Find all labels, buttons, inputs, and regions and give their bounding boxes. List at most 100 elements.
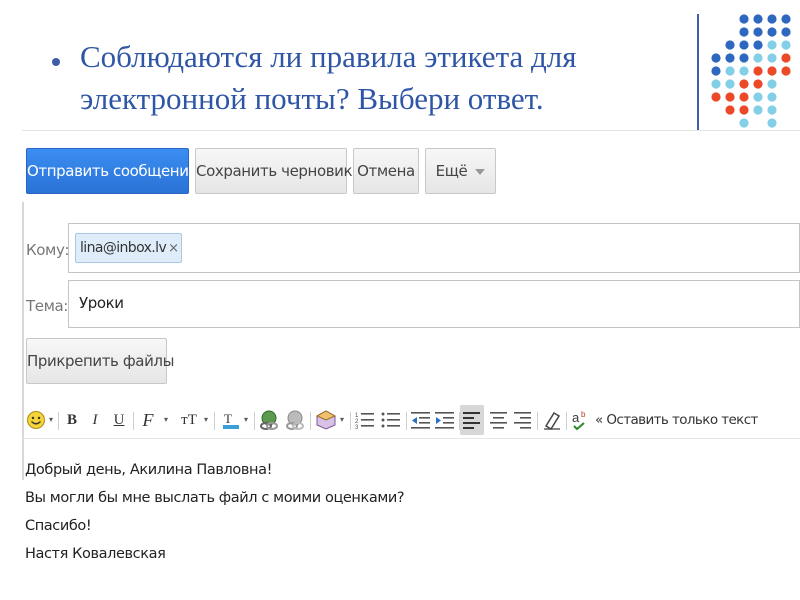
- svg-text:T: T: [224, 411, 232, 426]
- video-icon[interactable]: [315, 409, 337, 431]
- slide-question: Соблюдаются ли правила этикета для элект…: [80, 39, 577, 116]
- subject-label: Тема:: [26, 297, 68, 315]
- decorative-dot: [739, 66, 749, 76]
- decorative-dot: [753, 40, 763, 50]
- chevron-down-icon[interactable]: ▾: [242, 408, 250, 432]
- decorative-dot: [781, 66, 791, 76]
- decorative-dot: [739, 27, 749, 37]
- divider: [406, 412, 407, 430]
- body-line: Спасибо!: [25, 518, 92, 534]
- compose-toolbar: Отправить сообщение Сохранить черновик О…: [22, 130, 800, 203]
- decorative-dot: [711, 92, 721, 102]
- decorative-dot: [767, 105, 777, 115]
- align-right-icon[interactable]: [513, 410, 533, 430]
- decorative-divider: [697, 14, 699, 130]
- divider: [310, 412, 311, 430]
- align-center-icon[interactable]: [489, 410, 509, 430]
- decorative-dot: [739, 118, 749, 128]
- decorative-dot: [753, 53, 763, 63]
- bullet-point: [52, 58, 60, 66]
- decorative-dot: [711, 66, 721, 76]
- decorative-dot: [767, 118, 777, 128]
- decorative-dot: [781, 40, 791, 50]
- numbered-list-icon[interactable]: 123: [355, 410, 375, 430]
- email-compose-window: Отправить сообщение Сохранить черновик О…: [22, 130, 800, 600]
- decorative-dot: [739, 79, 749, 89]
- subject-value: Уроки: [79, 294, 124, 312]
- remove-formatting-icon[interactable]: [542, 410, 562, 430]
- chevron-down-icon[interactable]: ▾: [202, 408, 210, 432]
- text-color-icon[interactable]: T: [221, 410, 241, 430]
- decorative-dot: [739, 14, 749, 24]
- chevron-down-icon: [475, 168, 486, 175]
- spell-check-icon[interactable]: a b: [571, 409, 591, 431]
- decorative-dot: [753, 27, 763, 37]
- divider: [58, 412, 59, 430]
- decorative-dot: [767, 79, 777, 89]
- indent-less-icon[interactable]: [411, 410, 431, 430]
- decorative-dot: [753, 66, 763, 76]
- recipient-email: lina@inbox.lv: [80, 240, 167, 256]
- decorative-dot: [725, 53, 735, 63]
- decorative-dot: [781, 53, 791, 63]
- cancel-button[interactable]: Отмена: [353, 148, 419, 194]
- body-line: Настя Ковалевская: [25, 546, 166, 562]
- to-label: Кому:: [26, 241, 70, 259]
- text-size-icon[interactable]: тТ: [178, 408, 200, 432]
- save-draft-button[interactable]: Сохранить черновик: [195, 148, 353, 194]
- divider: [566, 412, 567, 430]
- decorative-dot: [711, 79, 721, 89]
- decorative-dot: [753, 79, 763, 89]
- more-button[interactable]: Ещё: [425, 148, 496, 194]
- divider: [537, 412, 538, 430]
- subject-field[interactable]: Уроки: [68, 280, 800, 328]
- decorative-dot: [725, 92, 735, 102]
- decorative-dot: [767, 27, 777, 37]
- link-icon[interactable]: [258, 409, 280, 431]
- image-icon[interactable]: [284, 409, 306, 431]
- decorative-dots: [711, 14, 791, 128]
- decorative-dot: [753, 92, 763, 102]
- chevron-down-icon[interactable]: ▾: [47, 408, 55, 432]
- decorative-dot: [739, 92, 749, 102]
- divider: [350, 412, 351, 430]
- divider: [254, 412, 255, 430]
- more-button-label: Ещё: [435, 162, 468, 180]
- formatting-toolbar: ▾ B I U F ▾ тТ ▾ T ▾ ▾ 1 2 3 a b « Остав…: [22, 402, 800, 439]
- decorative-dot: [711, 53, 721, 63]
- decorative-dot: [753, 14, 763, 24]
- svg-text:3: 3: [355, 425, 359, 430]
- decorative-dot: [739, 105, 749, 115]
- svg-text:b: b: [581, 410, 586, 419]
- close-icon[interactable]: ×: [168, 241, 179, 256]
- decorative-dot: [767, 66, 777, 76]
- smiley-icon[interactable]: [26, 410, 46, 430]
- bold-icon[interactable]: B: [62, 408, 82, 432]
- divider: [214, 412, 215, 430]
- decorative-dot: [767, 40, 777, 50]
- align-left-icon[interactable]: [462, 410, 482, 430]
- body-line: Добрый день, Акилина Павловна!: [25, 462, 272, 478]
- italic-icon[interactable]: I: [86, 408, 104, 432]
- font-icon[interactable]: F: [138, 408, 158, 432]
- decorative-dot: [767, 53, 777, 63]
- decorative-dot: [739, 40, 749, 50]
- chevron-down-icon[interactable]: ▾: [162, 408, 170, 432]
- plain-text-button[interactable]: « Оставить только текст: [595, 408, 765, 432]
- chevron-down-icon[interactable]: ▾: [338, 408, 346, 432]
- underline-icon[interactable]: U: [110, 408, 128, 432]
- message-body[interactable]: Добрый день, Акилина Павловна! Вы могли …: [25, 456, 405, 568]
- attach-files-button[interactable]: Прикрепить файлы: [26, 338, 174, 384]
- bullet-list-icon[interactable]: [381, 410, 401, 430]
- send-button[interactable]: Отправить сообщение: [26, 148, 198, 194]
- decorative-dot: [725, 40, 735, 50]
- decorative-dot: [739, 53, 749, 63]
- indent-more-icon[interactable]: [435, 410, 455, 430]
- decorative-dot: [753, 105, 763, 115]
- decorative-dot: [725, 79, 735, 89]
- divider: [133, 412, 134, 430]
- decorative-dot: [725, 105, 735, 115]
- recipient-chip[interactable]: lina@inbox.lv ×: [75, 233, 183, 263]
- to-field[interactable]: lina@inbox.lv ×: [68, 223, 800, 273]
- svg-text:a: a: [572, 410, 580, 425]
